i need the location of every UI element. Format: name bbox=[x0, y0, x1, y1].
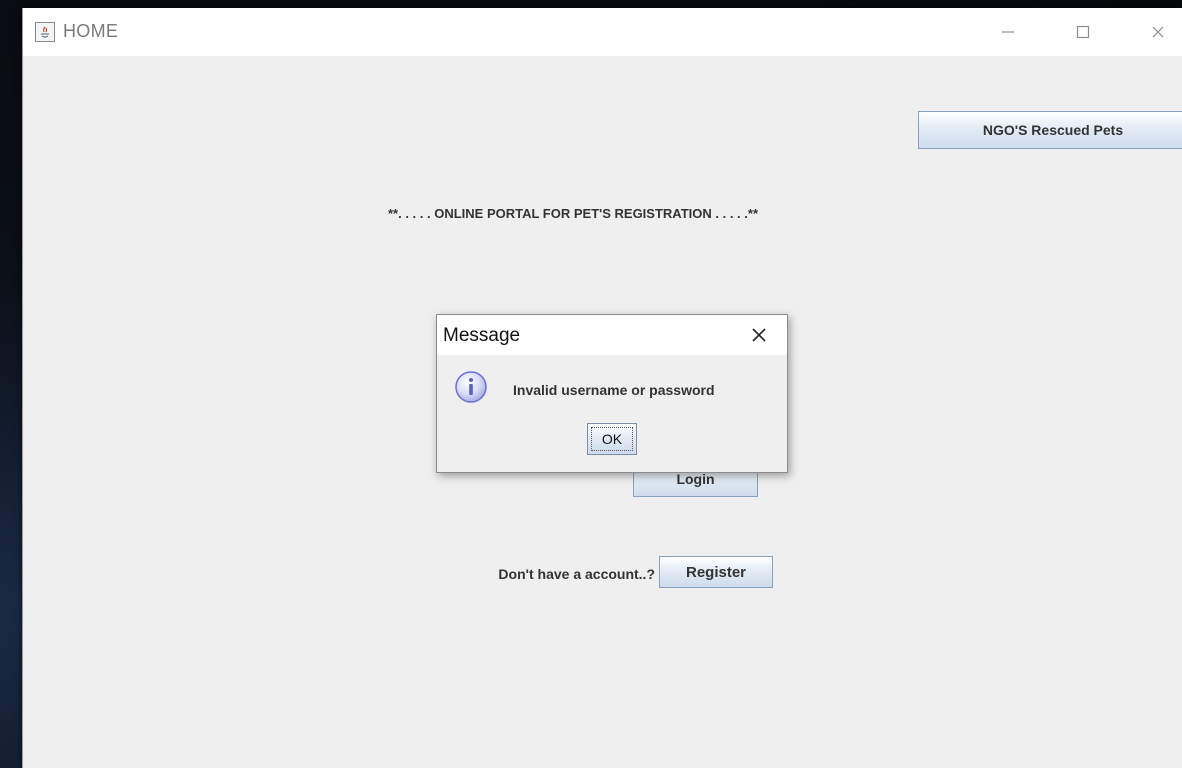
info-icon bbox=[453, 369, 489, 410]
register-prompt-label: Don't have a account..? bbox=[498, 566, 655, 582]
register-button[interactable]: Register bbox=[659, 556, 773, 588]
dialog-titlebar[interactable]: Message bbox=[437, 315, 787, 355]
maximize-button[interactable] bbox=[1053, 8, 1113, 56]
portal-title: **. . . . . ONLINE PORTAL FOR PET'S REGI… bbox=[387, 206, 759, 221]
dialog-title: Message bbox=[443, 325, 521, 346]
close-icon bbox=[752, 328, 766, 342]
window-titlebar[interactable]: HOME bbox=[23, 8, 1182, 56]
close-window-button[interactable] bbox=[1128, 8, 1182, 56]
minimize-icon bbox=[1002, 31, 1014, 33]
desktop-background: HOME NGO'S Rescued Pets **. . . . . ONLI… bbox=[0, 0, 1182, 768]
ngo-rescued-pets-button[interactable]: NGO'S Rescued Pets bbox=[918, 111, 1182, 149]
dialog-close-button[interactable] bbox=[743, 321, 775, 349]
minimize-button[interactable] bbox=[978, 8, 1038, 56]
java-app-icon bbox=[35, 22, 55, 42]
close-icon bbox=[1152, 26, 1164, 38]
maximize-icon bbox=[1076, 25, 1090, 39]
dialog-message: Invalid username or password bbox=[513, 382, 715, 398]
message-dialog: Message Invalid username or password OK bbox=[436, 314, 788, 473]
window-title: HOME bbox=[63, 21, 119, 41]
ok-button[interactable]: OK bbox=[587, 423, 637, 455]
